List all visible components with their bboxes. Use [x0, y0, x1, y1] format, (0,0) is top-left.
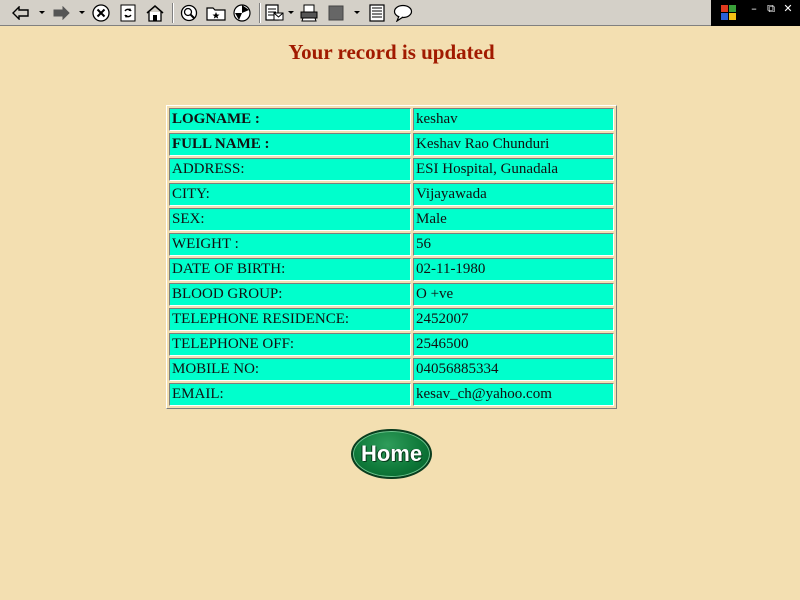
field-label: BLOOD GROUP: [169, 283, 411, 306]
table-row: LOGNAME : keshav [169, 108, 614, 131]
stop-icon[interactable] [91, 3, 111, 23]
mail-dropdown-icon[interactable] [288, 11, 294, 14]
window-title-area: – ⧉ ✕ [711, 0, 800, 26]
edit-dropdown-icon[interactable] [354, 11, 360, 14]
table-row: SEX: Male [169, 208, 614, 231]
table-row: WEIGHT :56 [169, 233, 614, 256]
forward-icon[interactable] [50, 3, 72, 23]
print-icon[interactable] [298, 3, 320, 23]
favorites-icon[interactable] [205, 3, 227, 23]
field-value: Vijayawada [413, 183, 614, 206]
minimize-icon[interactable]: – [747, 3, 761, 15]
field-value: 04056885334 [413, 358, 614, 381]
messenger-icon[interactable] [392, 3, 414, 23]
home-button-label: Home [360, 441, 423, 466]
field-label: CITY: [169, 183, 411, 206]
restore-icon[interactable]: ⧉ [764, 3, 778, 15]
home-button[interactable]: Home [351, 429, 432, 479]
field-value: 2452007 [413, 308, 614, 331]
table-row: TELEPHONE OFF: 2546500 [169, 333, 614, 356]
search-icon[interactable] [178, 3, 200, 23]
table-row: CITY: Vijayawada [169, 183, 614, 206]
back-icon[interactable] [10, 3, 32, 23]
field-value: 56 [413, 233, 614, 256]
back-dropdown-icon[interactable] [39, 11, 45, 14]
table-row: EMAIL: kesav_ch@yahoo.com [169, 383, 614, 406]
table-row: MOBILE NO: 04056885334 [169, 358, 614, 381]
browser-toolbar: – ⧉ ✕ [0, 0, 800, 26]
discuss-icon[interactable] [366, 3, 388, 23]
field-label: FULL NAME : [169, 133, 411, 156]
toolbar-separator [259, 3, 261, 23]
close-icon[interactable]: ✕ [781, 3, 795, 15]
field-value: Male [413, 208, 614, 231]
field-label: ADDRESS: [169, 158, 411, 181]
history-icon[interactable] [231, 3, 253, 23]
record-table: LOGNAME : keshav FULL NAME : Keshav Rao Chu… [166, 105, 617, 409]
forward-dropdown-icon[interactable] [79, 11, 85, 14]
field-label: MOBILE NO: [169, 358, 411, 381]
field-value: ESI Hospital, Gunadala [413, 158, 614, 181]
field-label: SEX: [169, 208, 411, 231]
table-row: FULL NAME : Keshav Rao Chunduri [169, 133, 614, 156]
table-row: ADDRESS: ESI Hospital, Gunadala [169, 158, 614, 181]
edit-icon[interactable] [325, 3, 347, 23]
field-value: 2546500 [413, 333, 614, 356]
table-row: BLOOD GROUP: O +ve [169, 283, 614, 306]
home-icon[interactable] [144, 3, 166, 23]
field-value: kesav_ch@yahoo.com [413, 383, 614, 406]
toolbar-separator [172, 3, 174, 23]
field-label: TELEPHONE RESIDENCE: [169, 308, 411, 331]
page-title: Your record is updated [288, 40, 495, 64]
table-row: TELEPHONE RESIDENCE: 2452007 [169, 308, 614, 331]
field-label: LOGNAME : [169, 108, 411, 131]
table-row: DATE OF BIRTH: 02-11-1980 [169, 258, 614, 281]
field-label: WEIGHT : [169, 233, 411, 256]
field-label: EMAIL: [169, 383, 411, 406]
field-value: O +ve [413, 283, 614, 306]
field-label: DATE OF BIRTH: [169, 258, 411, 281]
field-label: TELEPHONE OFF: [169, 333, 411, 356]
refresh-icon[interactable] [118, 3, 138, 23]
field-value: Keshav Rao Chunduri [413, 133, 614, 156]
mail-icon[interactable] [264, 3, 286, 23]
windows-logo-icon [721, 5, 737, 26]
field-value: 02-11-1980 [413, 258, 614, 281]
field-value: keshav [413, 108, 614, 131]
